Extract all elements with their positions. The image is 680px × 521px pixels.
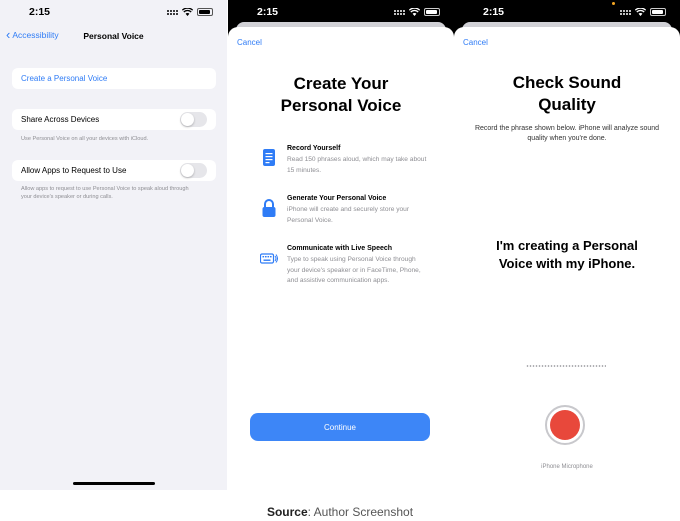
- allow-apps-footer: Allow apps to request to use Personal Vo…: [21, 186, 189, 200]
- allow-apps-row: Allow Apps to Request to Use: [12, 160, 216, 181]
- status-bar: 2:15: [228, 0, 454, 24]
- battery-icon: [424, 8, 440, 16]
- nav-bar: ‹ Accessibility Personal Voice: [0, 28, 227, 48]
- feature-title: Record Yourself: [287, 145, 341, 152]
- battery-icon: [650, 8, 666, 16]
- feature-description: Read 150 phrases aloud, which may take a…: [287, 156, 427, 174]
- status-time: 2:15: [483, 6, 505, 18]
- feature-title: Communicate with Live Speech: [287, 245, 393, 252]
- sheet-subtitle: Record the phrase shown below. iPhone wi…: [474, 125, 660, 142]
- cellular-signal-icon: [167, 9, 178, 15]
- share-across-devices-toggle[interactable]: [180, 112, 207, 127]
- feature-description: iPhone will create and securely store yo…: [287, 206, 410, 224]
- caption-source-label: Source: [266, 505, 308, 519]
- caption-source-text: : Author Screenshot: [307, 505, 414, 519]
- microphone-in-use-indicator: [612, 2, 615, 5]
- phrase-line1: I'm creating a Personal: [496, 238, 638, 253]
- sheet-title-line1: Check Sound: [512, 73, 622, 92]
- wifi-icon: [182, 8, 193, 16]
- phrase-to-read: I'm creating a Personal Voice with my iP…: [454, 237, 680, 273]
- document-icon: [263, 149, 275, 166]
- sheet-title: Check Sound Quality: [454, 72, 680, 116]
- feature-description: Type to speak using Personal Voice throu…: [287, 256, 421, 284]
- status-time: 2:15: [29, 6, 51, 18]
- phrase-line2: Voice with my iPhone.: [498, 256, 636, 271]
- page-title: Personal Voice: [83, 31, 144, 41]
- keyboard-speaker-icon: [260, 253, 278, 264]
- phone-settings-screen: 2:15 ‹ Accessibility Personal Voice Crea…: [0, 0, 227, 490]
- feature-title: Generate Your Personal Voice: [287, 195, 387, 202]
- cancel-button[interactable]: Cancel: [463, 38, 488, 47]
- cellular-signal-icon: [394, 9, 405, 15]
- share-footer: Use Personal Voice on all your devices w…: [21, 136, 149, 142]
- sheet-title-line2: Personal Voice: [280, 96, 402, 115]
- create-personal-voice-link[interactable]: Create a Personal Voice: [12, 68, 216, 89]
- status-bar: 2:15: [454, 0, 680, 24]
- battery-icon: [197, 8, 213, 16]
- phone-sound-check-screen: 2:15 Cancel Check Sound Quality Record t…: [454, 0, 680, 490]
- share-across-devices-row: Share Across Devices: [12, 109, 216, 130]
- modal-sheet: Cancel Check Sound Quality Record the ph…: [454, 27, 680, 490]
- lock-icon: [262, 199, 276, 217]
- sheet-title-line1: Create Your: [293, 74, 389, 93]
- cancel-button[interactable]: Cancel: [237, 38, 262, 47]
- status-time: 2:15: [257, 6, 279, 18]
- microphone-label: iPhone Microphone: [541, 464, 593, 470]
- record-icon: [550, 410, 580, 440]
- record-button[interactable]: [545, 405, 585, 445]
- share-across-devices-label: Share Across Devices: [21, 115, 100, 124]
- modal-sheet: Cancel Create Your Personal Voice Record…: [228, 27, 454, 490]
- allow-apps-label: Allow Apps to Request to Use: [21, 166, 127, 175]
- sheet-title-line2: Quality: [538, 95, 596, 114]
- wifi-icon: [409, 8, 420, 16]
- cellular-signal-icon: [620, 9, 631, 15]
- home-indicator[interactable]: [73, 482, 155, 485]
- status-bar: 2:15: [0, 0, 227, 24]
- screenshot-composite: 2:15 ‹ Accessibility Personal Voice Crea…: [0, 0, 680, 521]
- phone-create-voice-screen: 2:15 Cancel Create Your Personal Voice R…: [228, 0, 454, 490]
- sheet-title: Create Your Personal Voice: [228, 73, 454, 117]
- audio-level-meter: [526, 365, 606, 367]
- allow-apps-toggle[interactable]: [180, 163, 207, 178]
- continue-button[interactable]: Continue: [250, 413, 430, 441]
- image-caption: Source: Author Screenshot: [0, 505, 680, 519]
- wifi-icon: [635, 8, 646, 16]
